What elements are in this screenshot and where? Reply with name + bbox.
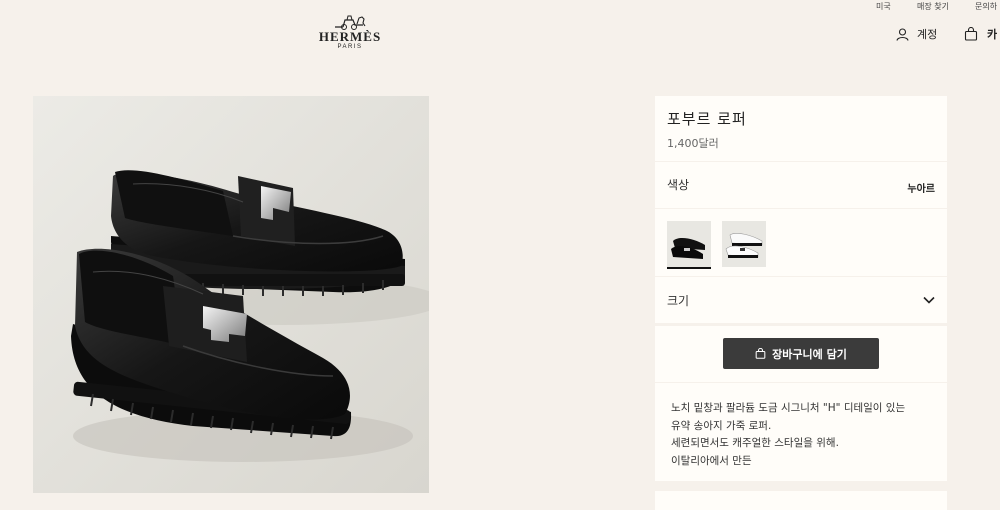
cart-label: 카: [987, 28, 998, 41]
add-to-cart-panel: 장바구니에 담기: [655, 326, 947, 382]
utility-link-country[interactable]: 미국: [876, 1, 891, 12]
account-link[interactable]: 계정: [896, 26, 937, 42]
description-line: 노치 밑창과 팔라듐 도금 시그니처 "H" 디테일이 있는: [671, 402, 906, 414]
brand-name: HERMÈS: [318, 29, 382, 44]
description-line: 유약 송아지 가죽 로퍼.: [671, 419, 772, 432]
utility-nav: 미국 매장 찾기 문의하: [0, 0, 1000, 14]
cart-link[interactable]: 카: [964, 26, 997, 42]
user-icon: [896, 27, 909, 41]
color-label: 색상: [667, 178, 690, 192]
color-value: 누아르: [907, 184, 935, 195]
swatch-black[interactable]: [667, 221, 711, 269]
swatch-white[interactable]: [722, 221, 766, 267]
brand-city: PARIS: [337, 44, 363, 50]
next-panel: [655, 491, 947, 510]
product-price: 1,400달러: [667, 137, 719, 150]
bag-icon: [964, 27, 978, 41]
add-to-cart-label: 장바구니에 담기: [772, 347, 847, 361]
color-row: 색상 누아르: [655, 162, 947, 208]
product-name: 포부르 로퍼: [667, 110, 747, 128]
swatch-white-thumbnail: [722, 221, 766, 267]
description-line: 이탈리아에서 만든: [671, 454, 752, 467]
color-swatches: [655, 209, 947, 276]
loafer-pair-image: [33, 96, 429, 493]
product-description: 노치 밑창과 팔라듐 도금 시그니처 "H" 디테일이 있는 유약 송아지 가죽…: [655, 383, 947, 481]
utility-link-contact[interactable]: 문의하: [975, 1, 997, 12]
description-line: 세련되면서도 캐주얼한 스타일을 위해.: [671, 437, 839, 449]
size-selector[interactable]: 크기: [655, 277, 947, 323]
hermes-carriage-icon: [335, 15, 366, 30]
bag-icon: [755, 348, 766, 359]
account-label: 계정: [917, 28, 938, 41]
brand-logo[interactable]: HERMÈS PARIS: [318, 14, 382, 51]
chevron-down-icon: [923, 296, 935, 304]
size-label: 크기: [667, 293, 690, 308]
product-title-panel: 포부르 로퍼 1,400달러: [655, 96, 947, 161]
product-image[interactable]: [33, 96, 429, 493]
swatch-black-thumbnail: [667, 221, 711, 267]
add-to-cart-button[interactable]: 장바구니에 담기: [723, 338, 879, 369]
utility-link-store-finder[interactable]: 매장 찾기: [917, 1, 949, 12]
